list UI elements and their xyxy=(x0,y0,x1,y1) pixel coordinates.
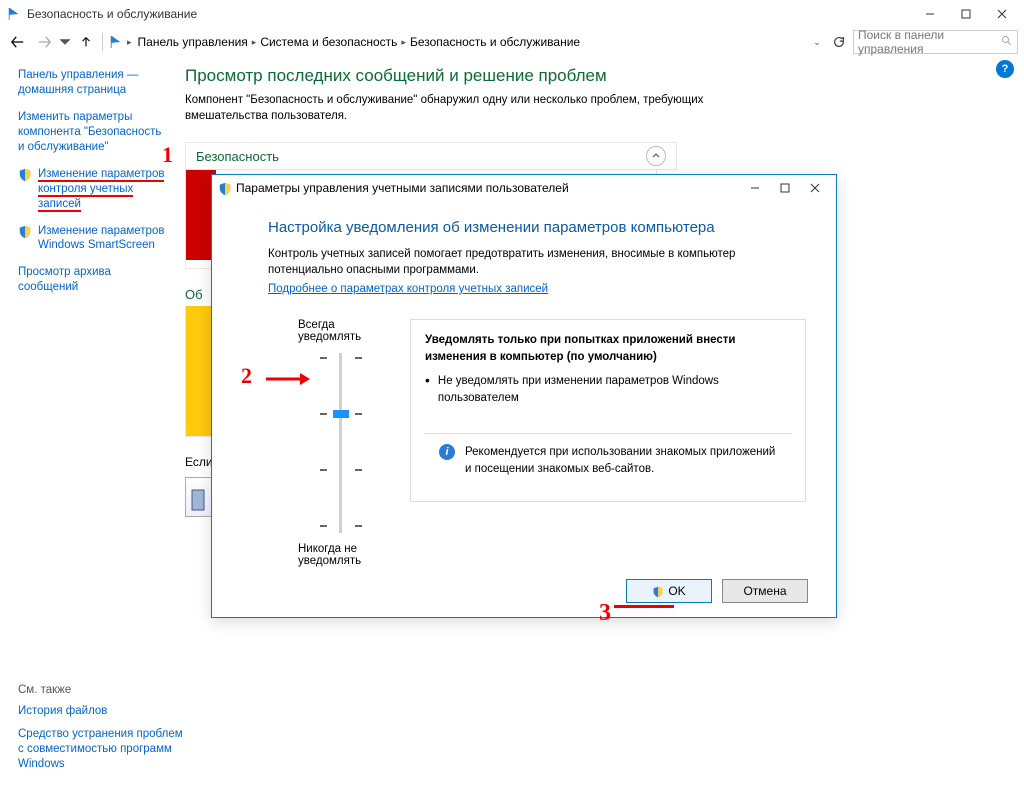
dialog-heading: Настройка уведомления об изменении парам… xyxy=(268,219,806,236)
divider xyxy=(102,33,103,51)
ok-button-label: OK xyxy=(668,584,685,598)
slider-recommendation: Рекомендуется при использовании знакомых… xyxy=(465,444,777,479)
sidebar-link-change-settings[interactable]: Изменить параметры компонента "Безопасно… xyxy=(18,110,165,155)
security-flag-icon xyxy=(7,7,21,21)
cancel-button[interactable]: Отмена xyxy=(722,579,808,603)
minimize-button[interactable] xyxy=(912,2,948,26)
search-icon xyxy=(1001,35,1013,50)
shield-icon xyxy=(652,586,664,598)
forward-button[interactable] xyxy=(32,30,56,54)
see-also: См. также История файлов Средство устран… xyxy=(18,684,188,780)
address-dropdown[interactable]: ⌄ xyxy=(809,34,825,50)
chevron-right-icon[interactable]: ▸ xyxy=(252,37,257,48)
dialog-title: Параметры управления учетными записями п… xyxy=(236,181,569,195)
sidebar-home[interactable]: Панель управления — домашняя страница xyxy=(18,68,165,98)
chevron-right-icon[interactable]: ▸ xyxy=(127,37,132,48)
dialog-close-button[interactable] xyxy=(800,178,830,198)
slider-description-bullet: Не уведомлять при изменении параметров W… xyxy=(438,373,791,408)
see-also-header: См. также xyxy=(18,684,188,696)
see-also-link[interactable]: История файлов xyxy=(18,704,188,719)
uac-slider[interactable] xyxy=(320,353,378,533)
back-button[interactable] xyxy=(6,30,30,54)
shield-icon xyxy=(18,225,32,239)
dialog-maximize-button[interactable] xyxy=(770,178,800,198)
bullet-icon: • xyxy=(425,373,430,408)
dialog-paragraph: Контроль учетных записей помогает предот… xyxy=(268,246,806,278)
shield-icon xyxy=(18,168,32,182)
help-icon[interactable]: ? xyxy=(996,60,1014,78)
close-button[interactable] xyxy=(984,2,1020,26)
page-title: Просмотр последних сообщений и решение п… xyxy=(185,66,956,86)
slider-description-title: Уведомлять только при попытках приложени… xyxy=(425,332,791,367)
security-section-title: Безопасность xyxy=(196,149,279,164)
page-subtitle: Компонент "Безопасность и обслуживание" … xyxy=(185,92,725,124)
chevron-right-icon[interactable]: ▸ xyxy=(401,37,406,48)
sidebar-link-uac[interactable]: Изменение параметров контроля учетных за… xyxy=(38,167,165,212)
sidebar-link-archive[interactable]: Просмотр архива сообщений xyxy=(18,265,165,295)
slider-label-never: Никогда не уведомлять xyxy=(298,543,378,567)
cancel-button-label: Отмена xyxy=(743,584,786,598)
slider-thumb[interactable] xyxy=(333,410,349,418)
ok-button[interactable]: OK xyxy=(626,579,712,603)
recent-dropdown[interactable] xyxy=(58,30,72,54)
breadcrumb-item[interactable]: Безопасность и обслуживание xyxy=(410,35,580,49)
breadcrumb-item[interactable]: Панель управления xyxy=(138,35,248,49)
see-also-link[interactable]: Средство устранения проблем с совместимо… xyxy=(18,727,188,772)
slider-description-box: Уведомлять только при попытках приложени… xyxy=(410,319,806,502)
sidebar-link-smartscreen[interactable]: Изменение параметров Windows SmartScreen xyxy=(38,224,165,254)
up-button[interactable] xyxy=(74,30,98,54)
slider-label-always: Всегда уведомлять xyxy=(298,319,378,343)
chevron-down-icon[interactable] xyxy=(646,146,666,166)
dialog-learn-more-link[interactable]: Подробнее о параметрах контроля учетных … xyxy=(268,283,548,295)
dialog-titlebar[interactable]: Параметры управления учетными записями п… xyxy=(212,175,836,201)
search-placeholder: Поиск в панели управления xyxy=(858,28,1001,56)
navbar: ▸ Панель управления ▸ Система и безопасн… xyxy=(0,28,1024,56)
breadcrumb: Панель управления ▸ Система и безопаснос… xyxy=(134,35,807,49)
maximize-button[interactable] xyxy=(948,2,984,26)
info-icon: i xyxy=(439,444,455,460)
window-title: Безопасность и обслуживание xyxy=(27,7,197,21)
search-input[interactable]: Поиск в панели управления xyxy=(853,30,1018,54)
shield-icon xyxy=(218,182,232,196)
refresh-button[interactable] xyxy=(827,30,851,54)
window-titlebar: Безопасность и обслуживание xyxy=(0,0,1024,28)
dialog-minimize-button[interactable] xyxy=(740,178,770,198)
flag-icon xyxy=(109,35,123,49)
breadcrumb-item[interactable]: Система и безопасность xyxy=(260,35,397,49)
uac-dialog: Параметры управления учетными записями п… xyxy=(211,174,837,618)
security-section-header[interactable]: Безопасность xyxy=(185,142,677,170)
